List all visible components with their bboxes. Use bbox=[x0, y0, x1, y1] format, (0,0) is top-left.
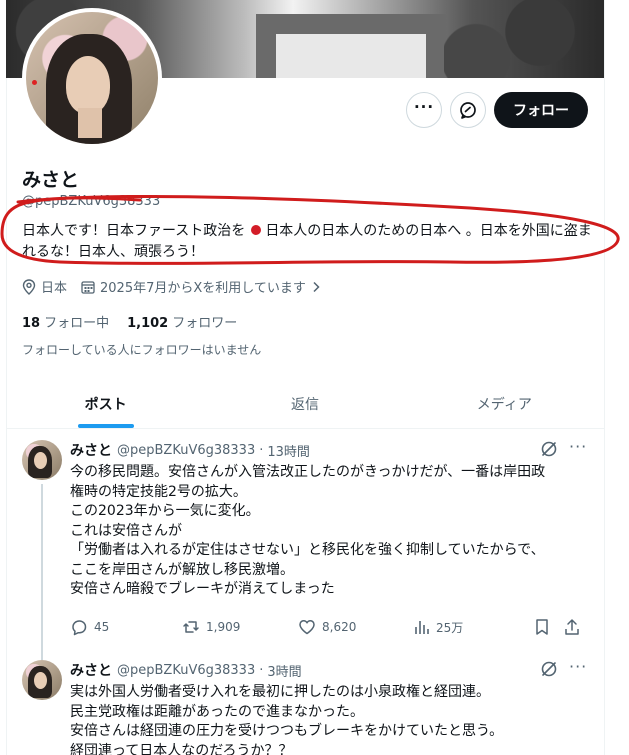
thread-line bbox=[41, 484, 43, 660]
japan-flag-icon bbox=[251, 225, 262, 235]
post-time[interactable]: 13時間 bbox=[267, 441, 310, 460]
column-border-right bbox=[604, 0, 605, 755]
post-more-icon[interactable]: ··· bbox=[569, 437, 587, 456]
followers-you-know-note: フォローしている人にフォロワーはいません bbox=[22, 343, 262, 357]
profile-avatar[interactable] bbox=[22, 8, 162, 148]
tab-posts[interactable]: ポスト bbox=[6, 380, 205, 428]
bookmark-action[interactable] bbox=[534, 618, 564, 636]
post-actions: 45 1,909 8,620 25万 bbox=[70, 618, 590, 636]
reply-action[interactable]: 45 bbox=[70, 618, 182, 636]
post-line: 安倍さん暗殺でブレーキが消えてしまった bbox=[70, 581, 335, 597]
followers-link[interactable]: 1,102 フォロワー bbox=[127, 312, 237, 331]
heart-icon bbox=[299, 620, 315, 635]
follow-counts: 18 フォロー中 1,102 フォロワー bbox=[22, 312, 255, 331]
profile-tabs: ポスト 返信 メディア bbox=[6, 380, 604, 429]
post-separator: · bbox=[259, 442, 264, 458]
more-options-button[interactable]: ··· bbox=[406, 92, 442, 128]
profile-page: ··· フォロー みさと @pepBZKuV6g38333 日本人です！日本ファ… bbox=[0, 0, 629, 755]
joined-date[interactable]: 2025年7月からXを利用しています bbox=[81, 277, 326, 296]
location-text: 日本 bbox=[41, 281, 68, 296]
repost-icon bbox=[183, 621, 199, 633]
profile-handle: @pepBZKuV6g38333 bbox=[22, 194, 161, 209]
post-avatar[interactable] bbox=[22, 440, 62, 480]
post-line: この2023年から一気に変化。 bbox=[70, 503, 260, 519]
tab-media-label: メディア bbox=[476, 397, 532, 413]
tab-posts-label: ポスト bbox=[84, 397, 127, 413]
bio-text-part1: 日本人です！日本ファースト政治を bbox=[22, 223, 246, 239]
like-action[interactable]: 8,620 bbox=[298, 618, 414, 636]
views-action[interactable]: 25万 bbox=[414, 619, 534, 636]
post-author-handle[interactable]: @pepBZKuV6g38333 bbox=[117, 443, 255, 458]
post-text: 今の移民問題。安倍さんが入管法改正したのがきっかけだが、一番は岸田政 権時の特定… bbox=[70, 463, 590, 600]
avatar-neck bbox=[78, 108, 102, 138]
more-dots-icon: ··· bbox=[413, 97, 435, 116]
post-author-handle[interactable]: @pepBZKuV6g38333 bbox=[117, 663, 255, 678]
post-item[interactable]: みさと @pepBZKuV6g38333 · 13時間 ··· 今の移民問題。安… bbox=[6, 430, 604, 660]
post-line: 民主党政権は距離があったので進まなかった。 bbox=[70, 703, 364, 720]
profile-name: みさと bbox=[22, 169, 80, 191]
post-line: 経団連って日本人なのだろうか？？ bbox=[70, 742, 293, 755]
location-pin-icon bbox=[22, 278, 36, 295]
tab-media[interactable]: メディア bbox=[405, 380, 604, 428]
avatar-red-dot bbox=[32, 80, 37, 85]
follow-button-label: フォロー bbox=[513, 103, 569, 119]
post-line: ここを岸田さんが解放し移民激増。 bbox=[70, 561, 294, 578]
chat-bubble-icon bbox=[460, 102, 476, 119]
reply-icon bbox=[72, 620, 87, 636]
avatar-face bbox=[34, 452, 47, 469]
post-line: 「労働者は入れるが定住はさせない」と移民化を強く抑制していたからで、 bbox=[70, 542, 545, 558]
profile-bio: 日本人です！日本ファースト政治を 日本人の日本人のための日本へ 。日本を外国に盗ま… bbox=[22, 221, 597, 263]
follow-button[interactable]: フォロー bbox=[494, 92, 588, 128]
post-header: みさと @pepBZKuV6g38333 · 13時間 bbox=[70, 440, 310, 460]
avatar-face bbox=[66, 56, 110, 114]
post-text: 実は外国人労働者受け入れを最初に押したのは小泉政権と経団連。 民主党政権は距離が… bbox=[70, 683, 590, 755]
joined-text: 2025年7月からXを利用しています bbox=[100, 281, 306, 296]
share-action[interactable] bbox=[564, 618, 586, 636]
views-count: 25万 bbox=[436, 620, 464, 635]
following-count: 18 bbox=[22, 316, 41, 331]
banner-trees-right bbox=[444, 0, 604, 78]
active-tab-indicator bbox=[77, 424, 134, 428]
calendar-icon bbox=[81, 280, 95, 294]
followers-label: フォロワー bbox=[172, 316, 238, 331]
post-author-name[interactable]: みさと bbox=[70, 440, 112, 460]
tab-replies-label: 返信 bbox=[290, 397, 319, 413]
grok-icon[interactable] bbox=[540, 660, 558, 678]
tab-replies[interactable]: 返信 bbox=[205, 380, 404, 428]
chevron-right-icon bbox=[313, 281, 320, 292]
following-label: フォロー中 bbox=[44, 316, 110, 331]
location: 日本 bbox=[22, 277, 67, 296]
avatar-face bbox=[34, 672, 47, 689]
post-item[interactable]: みさと @pepBZKuV6g38333 · 3時間 ··· 実は外国人労働者受… bbox=[6, 650, 604, 755]
grok-icon[interactable] bbox=[540, 440, 558, 458]
post-avatar[interactable] bbox=[22, 660, 62, 700]
post-author-name[interactable]: みさと bbox=[70, 660, 112, 680]
post-line: 実は外国人労働者受け入れを最初に押したのは小泉政権と経団連。 bbox=[70, 684, 490, 700]
repost-action[interactable]: 1,909 bbox=[182, 618, 298, 636]
bookmark-icon bbox=[536, 619, 548, 635]
post-line: 安倍さんは経団連の圧力を受けつつもブレーキをかけていたと思う。 bbox=[70, 723, 504, 739]
analytics-icon bbox=[415, 621, 429, 634]
reply-count: 45 bbox=[94, 620, 110, 634]
post-more-icon[interactable]: ··· bbox=[569, 657, 587, 676]
share-icon bbox=[565, 619, 579, 635]
post-line: これは安倍さんが bbox=[70, 522, 182, 539]
following-link[interactable]: 18 フォロー中 bbox=[22, 312, 109, 331]
profile-meta: 日本 2025年7月からXを利用しています bbox=[22, 277, 340, 296]
post-time[interactable]: 3時間 bbox=[267, 661, 301, 680]
grok-chat-button[interactable] bbox=[450, 92, 486, 128]
post-line: 今の移民問題。安倍さんが入管法改正したのがきっかけだが、一番は岸田政 bbox=[70, 464, 546, 480]
post-line: 権時の特定技能2号の拡大。 bbox=[70, 483, 247, 500]
followers-count: 1,102 bbox=[127, 316, 169, 331]
like-count: 8,620 bbox=[322, 620, 357, 634]
post-header: みさと @pepBZKuV6g38333 · 3時間 bbox=[70, 660, 302, 680]
repost-count: 1,909 bbox=[206, 620, 241, 634]
banner-gate bbox=[256, 14, 446, 78]
post-separator: · bbox=[259, 662, 264, 678]
